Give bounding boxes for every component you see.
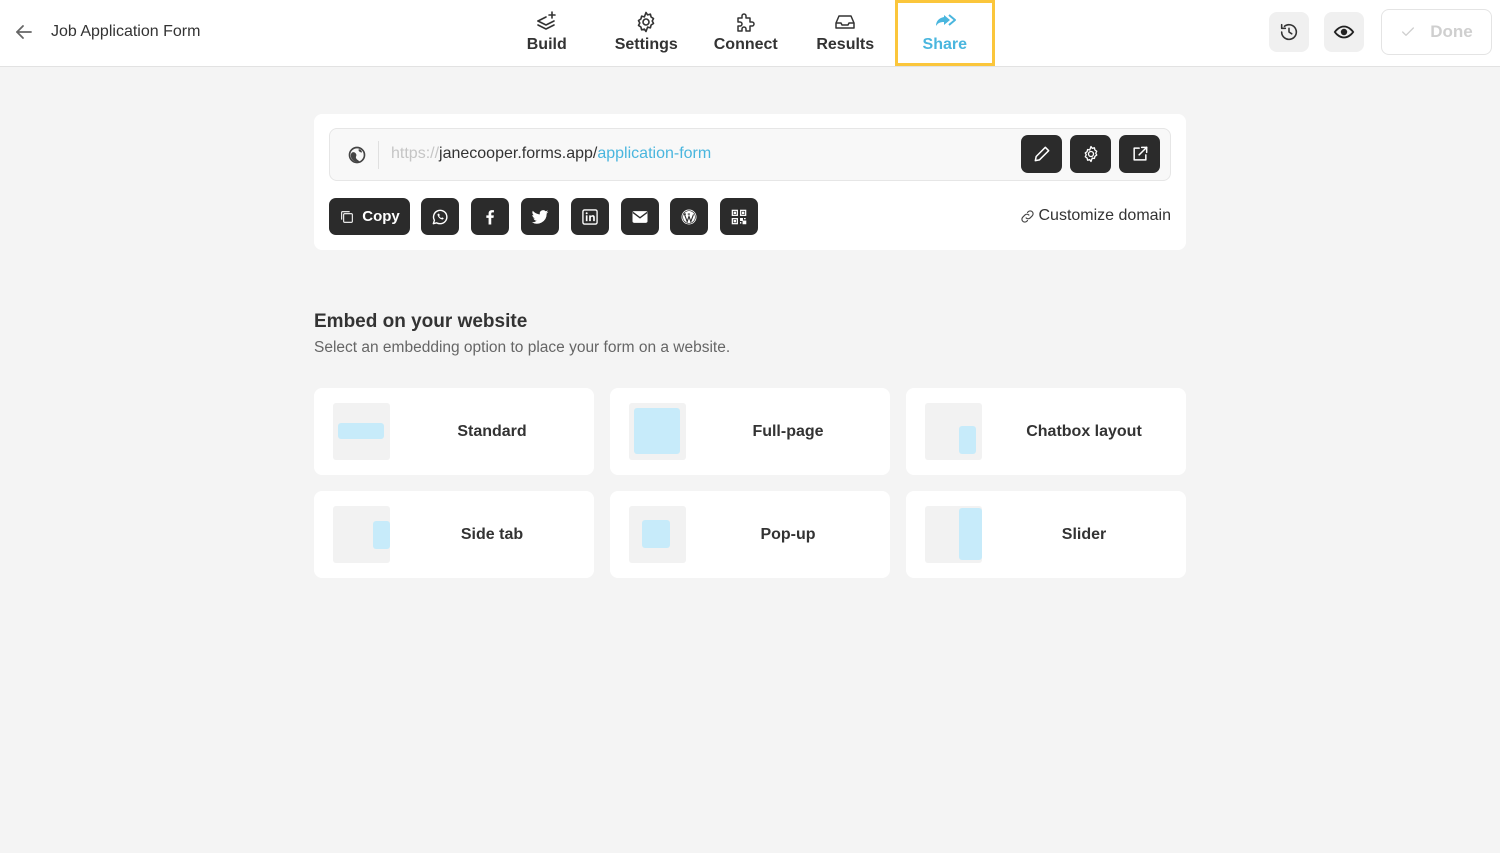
standard-thumbnail-icon	[333, 403, 390, 460]
linkedin-icon	[582, 208, 598, 225]
wordpress-icon	[681, 209, 697, 224]
url-divider	[378, 141, 379, 169]
share-twitter-button[interactable]	[521, 198, 559, 235]
embed-options-grid: Standard Full-page Chatbox layout Side t…	[314, 388, 1186, 578]
tab-label: Results	[816, 36, 875, 53]
main-tabs: Build Settings Connect Results Share	[497, 0, 995, 66]
tab-share[interactable]: Share	[895, 0, 995, 66]
edit-pencil-icon	[1034, 146, 1049, 162]
chatbox-thumbnail-icon	[925, 403, 982, 460]
external-link-icon	[1132, 146, 1147, 161]
check-icon	[1402, 27, 1415, 36]
embed-option-label: Pop-up	[760, 525, 816, 543]
copy-link-button[interactable]: Copy	[329, 198, 410, 235]
puzzle-icon	[737, 13, 755, 32]
facebook-icon	[486, 209, 494, 224]
gear-icon	[637, 11, 655, 33]
embed-option-slider[interactable]: Slider	[906, 491, 1186, 578]
embed-option-label: Full-page	[752, 422, 824, 440]
history-button[interactable]	[1269, 12, 1309, 52]
side-tab-thumbnail-icon	[333, 506, 390, 563]
edit-url-button[interactable]	[1021, 135, 1062, 173]
embed-section-subtitle: Select an embedding option to place your…	[314, 339, 731, 356]
share-email-button[interactable]	[621, 198, 659, 235]
share-qr-code-button[interactable]	[720, 198, 758, 235]
tab-settings[interactable]: Settings	[597, 0, 697, 66]
form-url: https://janecooper.forms.app/application…	[391, 145, 711, 163]
whatsapp-icon	[432, 209, 448, 224]
embed-option-full-page[interactable]: Full-page	[610, 388, 890, 475]
pop-up-thumbnail-icon	[629, 506, 686, 563]
customize-domain-link[interactable]: Customize domain	[1019, 207, 1172, 225]
twitter-icon	[531, 209, 549, 224]
copy-icon	[341, 210, 354, 223]
share-wordpress-button[interactable]	[670, 198, 708, 235]
form-title: Job Application Form	[51, 23, 201, 40]
embed-option-label: Standard	[457, 422, 527, 440]
copy-label: Copy	[362, 208, 400, 225]
gear-icon	[1084, 145, 1097, 163]
done-button[interactable]: Done	[1381, 9, 1492, 55]
url-settings-button[interactable]	[1070, 135, 1111, 173]
slider-thumbnail-icon	[925, 506, 982, 563]
embed-option-side-tab[interactable]: Side tab	[314, 491, 594, 578]
embed-option-label: Slider	[1061, 525, 1107, 543]
done-label: Done	[1430, 22, 1473, 41]
eye-icon	[1333, 25, 1355, 39]
customize-domain-label: Customize domain	[1038, 207, 1172, 224]
back-button[interactable]	[12, 20, 36, 44]
full-page-thumbnail-icon	[629, 403, 686, 460]
tab-label: Share	[922, 36, 967, 53]
link-icon	[1020, 209, 1034, 223]
tab-label: Settings	[614, 36, 678, 53]
url-protocol: https://	[391, 145, 440, 162]
layers-plus-icon	[536, 11, 556, 30]
share-linkedin-button[interactable]	[571, 198, 609, 235]
email-icon	[632, 210, 648, 223]
url-slug[interactable]: application-form	[597, 145, 711, 162]
share-link-card: https://janecooper.forms.app/application…	[314, 114, 1186, 250]
embed-option-label: Side tab	[460, 525, 524, 543]
open-form-button[interactable]	[1119, 135, 1160, 173]
preview-button[interactable]	[1324, 12, 1364, 52]
embed-section-title: Embed on your website	[314, 311, 528, 332]
form-url-field[interactable]: https://janecooper.forms.app/application…	[329, 128, 1171, 181]
embed-option-pop-up[interactable]: Pop-up	[610, 491, 890, 578]
share-whatsapp-button[interactable]	[421, 198, 459, 235]
embed-option-chatbox-layout[interactable]: Chatbox layout	[906, 388, 1186, 475]
tab-build[interactable]: Build	[497, 0, 597, 66]
history-icon	[1280, 23, 1298, 41]
share-facebook-button[interactable]	[471, 198, 509, 235]
url-domain: janecooper.forms.app/	[439, 145, 598, 162]
top-bar: Job Application Form Build Settings Conn…	[0, 0, 1500, 67]
arrow-left-icon	[16, 25, 32, 39]
tab-label: Connect	[713, 36, 778, 53]
inbox-icon	[835, 15, 855, 29]
tab-results[interactable]: Results	[796, 0, 896, 66]
share-arrow-icon	[935, 14, 956, 26]
tab-label: Build	[526, 36, 567, 53]
qr-code-icon	[731, 209, 747, 224]
embed-option-label: Chatbox layout	[1026, 422, 1142, 440]
tab-connect[interactable]: Connect	[696, 0, 796, 66]
embed-option-standard[interactable]: Standard	[314, 388, 594, 475]
globe-icon	[348, 146, 366, 164]
